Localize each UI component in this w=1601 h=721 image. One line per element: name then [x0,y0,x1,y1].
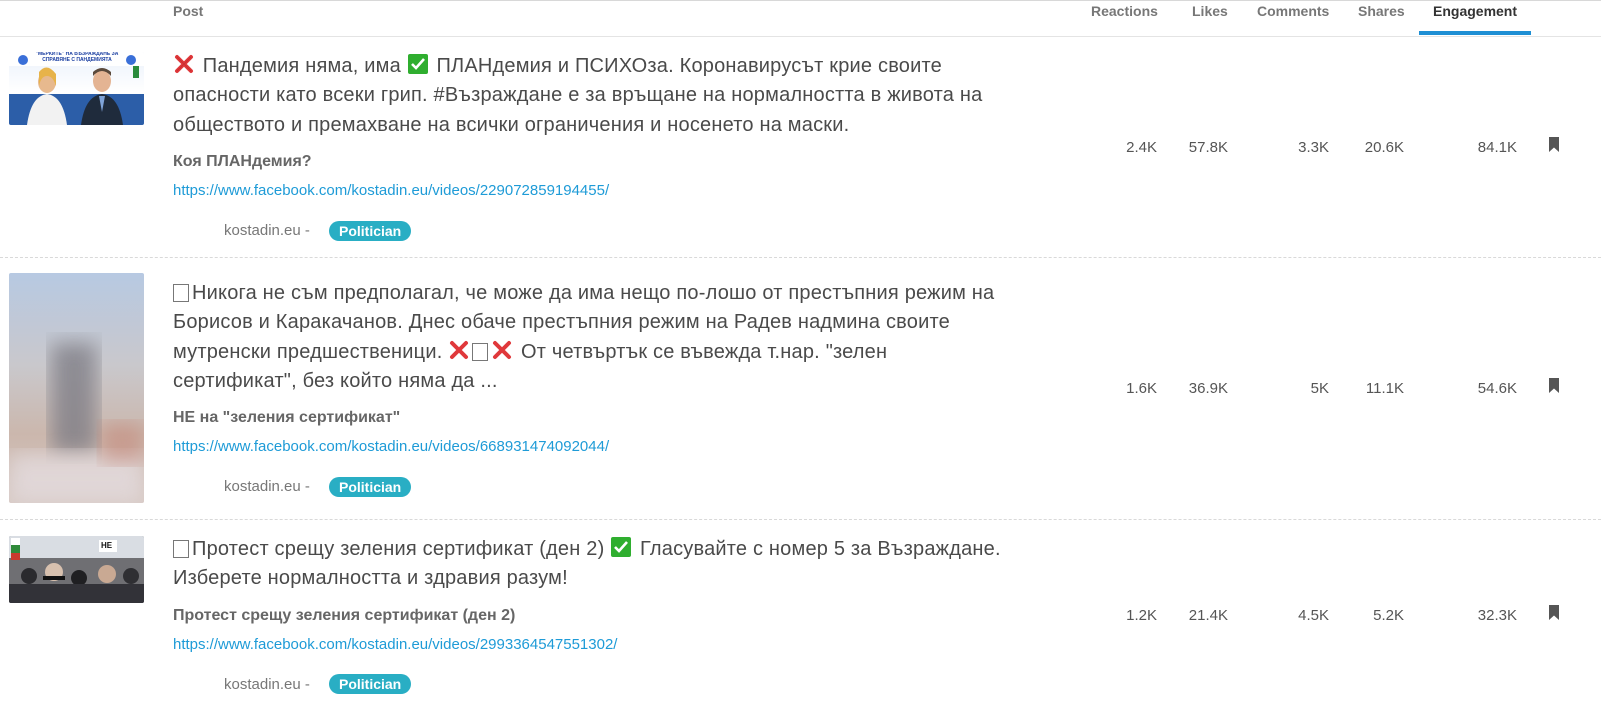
post-author[interactable]: kostadin.eu - [224,676,310,693]
comments-value: 3.3K [1298,139,1329,156]
thumbnail-image [9,536,144,603]
cross-mark-icon [175,55,193,73]
active-sort-indicator [1419,31,1531,35]
post-author[interactable]: kostadin.eu - [224,478,310,495]
column-post[interactable]: Post [173,3,203,19]
check-mark-icon [611,537,632,557]
column-comments[interactable]: Comments [1257,3,1329,19]
post-thumbnail[interactable]: "МЕРКИТЕ" НА ВЪЗРАЖДАНЕ ЗА СПРАВЯНЕ С ПА… [9,52,144,125]
post-link[interactable]: https://www.facebook.com/kostadin.eu/vid… [173,438,609,455]
likes-value: 21.4K [1188,607,1228,624]
engagement-value: 54.6K [1477,380,1517,397]
post-text-part: Пандемия няма, има [202,55,401,77]
engagement-value: 84.1K [1477,139,1517,156]
column-shares[interactable]: Shares [1358,3,1405,19]
post-text: Пандемия няма, има ПЛАНдемия и ПСИХОза. … [173,52,1003,140]
missing-glyph-icon [472,342,489,361]
row-divider [0,519,1601,520]
reactions-value: 1.2K [1126,607,1157,624]
comments-value: 4.5K [1298,607,1329,624]
shares-value: 20.6K [1364,139,1404,156]
cross-mark-icon [450,340,469,359]
check-mark-icon [407,54,428,74]
shares-value: 11.1K [1365,380,1404,397]
post-link[interactable]: https://www.facebook.com/kostadin.eu/vid… [173,182,609,199]
column-reactions[interactable]: Reactions [1091,3,1158,19]
thumbnail-caption: НЕ [101,541,113,550]
bookmark-icon[interactable] [1548,605,1560,620]
post-link[interactable]: https://www.facebook.com/kostadin.eu/vid… [173,636,617,653]
reactions-value: 2.4K [1126,139,1157,156]
reactions-value: 1.6K [1126,380,1157,397]
shares-value: 5.2K [1373,607,1404,624]
post-text: Никога не съм предполагал, че може да им… [173,279,1003,396]
cross-mark-icon [493,340,512,359]
bookmark-icon[interactable] [1548,137,1560,152]
post-text-part: Протест срещу зеления сертификат (ден 2) [192,538,605,560]
category-badge: Politician [329,477,412,497]
post-author[interactable]: kostadin.eu - [224,222,310,239]
missing-glyph-icon [173,284,189,302]
post-title: Коя ПЛАНдемия? [173,153,312,170]
post-thumbnail[interactable]: НЕ [9,536,144,603]
category-badge: Politician [329,221,412,241]
comments-value: 5K [1310,380,1329,397]
table-header: Post Reactions Likes Comments Shares Eng… [0,0,1601,37]
category-badge: Politician [329,674,412,694]
post-text: Протест срещу зеления сертификат (ден 2)… [173,535,1003,594]
post-title: НЕ на "зеления сертификат" [173,409,401,426]
thumbnail-caption: "МЕРКИТЕ" НА ВЪЗРАЖДАНЕ ЗА СПРАВЯНЕ С ПА… [35,52,119,63]
bookmark-icon[interactable] [1548,378,1560,393]
row-divider [0,257,1601,258]
missing-glyph-icon [173,540,189,558]
engagement-value: 32.3K [1477,607,1517,624]
column-likes[interactable]: Likes [1192,3,1228,19]
post-title: Протест срещу зеления сертификат (ден 2) [173,607,516,624]
thumbnail-image [9,343,144,503]
column-engagement[interactable]: Engagement [1433,3,1517,19]
likes-value: 57.8K [1188,139,1228,156]
post-thumbnail[interactable] [9,273,144,503]
likes-value: 36.9K [1188,380,1228,397]
